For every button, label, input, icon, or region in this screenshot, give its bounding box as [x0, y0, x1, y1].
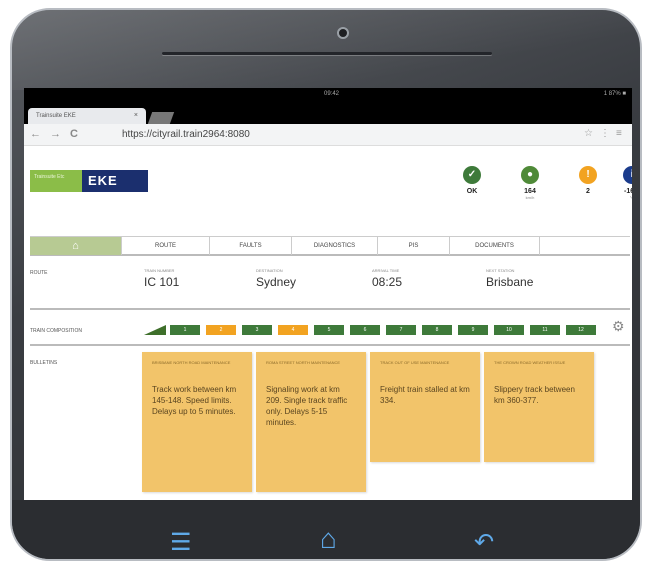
browser-tab-bar: Trainsuite EKE × [24, 102, 632, 124]
status-bar: 09:42 1 87% ■ [24, 88, 632, 102]
speed-icon: ● [521, 166, 539, 184]
shield-icon: ✓ [463, 166, 481, 184]
more-icon[interactable]: ⋮ [600, 128, 610, 139]
wagon[interactable]: 8 [422, 325, 452, 335]
close-icon[interactable]: × [134, 112, 138, 119]
wagon[interactable]: 3 [242, 325, 272, 335]
wagon[interactable]: 11 [530, 325, 560, 335]
locomotive [144, 325, 166, 335]
bulletin-heading: THE CROWN ROAD WEATHER ISSUE [494, 360, 566, 365]
bulletin-heading: ROMA STREET NORTH MAINTENANCE [266, 360, 341, 365]
next-station-value: Brisbane [486, 275, 534, 289]
train-number-value: IC 101 [144, 275, 180, 289]
wagon[interactable]: 4 [278, 325, 308, 335]
logo-blue: EKE [82, 170, 148, 192]
status-item[interactable]: i -16.3°C [615, 166, 632, 200]
screen: 09:42 1 87% ■ Trainsuite EKE × ← → C htt… [24, 88, 632, 503]
reload-icon[interactable]: C [70, 128, 78, 140]
divider [30, 308, 630, 310]
bulletin-heading: BRISBANE NORTH ROAD MAINTENANCE [152, 360, 231, 365]
browser-tab[interactable]: Trainsuite EKE × [28, 108, 146, 124]
url-field[interactable]: https://cityrail.train2964:8080 [122, 129, 250, 140]
menu-icon[interactable]: ≡ [616, 128, 622, 139]
bulletin-heading: TRACK OUT OF USE MAINTENANCE [380, 360, 450, 365]
bulletin-text: Track work between km 145-148. Speed lim… [152, 385, 237, 416]
wagon[interactable]: 7 [386, 325, 416, 335]
wagon[interactable]: 1 [170, 325, 200, 335]
app-logo: Trainsuite Etc EKE [30, 170, 148, 192]
menu-route[interactable]: ROUTE [122, 237, 210, 255]
train-number-label: TRAIN NUMBER [144, 268, 175, 273]
speaker [162, 52, 492, 55]
back-icon[interactable]: ↶ [474, 528, 494, 557]
bulletin-text: Slippery track between km 360-377. [494, 385, 575, 405]
status-item[interactable]: ✓ OK [455, 166, 489, 195]
home-icon[interactable]: ⌂ [320, 523, 337, 555]
composition-section-label: TRAIN COMPOSITION [30, 328, 82, 334]
tab-title: Trainsuite EKE [36, 113, 76, 119]
bulletin-text: Signaling work at km 209. Single track t… [266, 385, 348, 427]
next-station-label: NEXT STATION [486, 268, 515, 273]
status-unit: °C [629, 195, 632, 200]
bulletin-card[interactable]: THE CROWN ROAD WEATHER ISSUE Slippery tra… [484, 352, 594, 462]
status-value: OK [466, 188, 478, 195]
star-icon[interactable]: ☆ [584, 128, 593, 139]
menu-documents[interactable]: DOCUMENTS [450, 237, 540, 255]
menu-diagnostics[interactable]: DIAGNOSTICS [292, 237, 378, 255]
warning-icon: ! [579, 166, 597, 184]
menu-faults[interactable]: FAULTS [210, 237, 292, 255]
back-arrow-icon[interactable]: ← [30, 128, 41, 140]
destination-label: DESTINATION [256, 268, 283, 273]
new-tab-button[interactable] [147, 112, 175, 124]
status-item[interactable]: ● 164 km/h [513, 166, 547, 200]
menu-home[interactable]: ⌂ [30, 237, 122, 255]
bulletin-text: Freight train stalled at km 334. [380, 385, 470, 405]
status-value: -16.3 [624, 188, 632, 195]
logo-green: Trainsuite Etc [30, 170, 82, 192]
info-icon: i [623, 166, 632, 184]
document-icon[interactable]: ☰ [170, 528, 192, 557]
wagon[interactable]: 12 [566, 325, 596, 335]
wagon[interactable]: 6 [350, 325, 380, 335]
menu-pis[interactable]: PIS [378, 237, 450, 255]
status-indicators: 1 87% ■ [603, 91, 626, 97]
forward-arrow-icon[interactable]: → [50, 128, 61, 140]
camera [337, 27, 349, 39]
bulletin-card[interactable]: TRACK OUT OF USE MAINTENANCE Freight trai… [370, 352, 480, 462]
divider [30, 344, 630, 346]
arrival-label: ARRIVAL TIME [372, 268, 400, 273]
status-unit: km/h [525, 195, 535, 200]
status-value: 164 [524, 188, 536, 195]
address-bar: ← → C https://cityrail.train2964:8080 ☆ … [24, 124, 632, 146]
destination-value: Sydney [256, 275, 297, 289]
route-section-label: ROUTE [30, 270, 48, 276]
main-menu: ⌂ ROUTE FAULTS DIAGNOSTICS PIS DOCUMENTS [30, 236, 630, 256]
status-time: 09:42 [324, 91, 340, 97]
wagon[interactable]: 9 [458, 325, 488, 335]
status-item[interactable]: ! 2 [571, 166, 605, 195]
tablet-device: 09:42 1 87% ■ Trainsuite EKE × ← → C htt… [10, 8, 642, 561]
wagon[interactable]: 10 [494, 325, 524, 335]
bulletins-section-label: BULLETINS [30, 360, 58, 366]
bulletin-card[interactable]: BRISBANE NORTH ROAD MAINTENANCE Track wor… [142, 352, 252, 492]
wagon[interactable]: 2 [206, 325, 236, 335]
arrival-value: 08:25 [372, 275, 403, 289]
bulletin-card[interactable]: ROMA STREET NORTH MAINTENANCE Signaling w… [256, 352, 366, 492]
status-value: 2 [586, 188, 590, 195]
settings-icon[interactable]: ⚙ [612, 318, 625, 335]
wagon[interactable]: 5 [314, 325, 344, 335]
